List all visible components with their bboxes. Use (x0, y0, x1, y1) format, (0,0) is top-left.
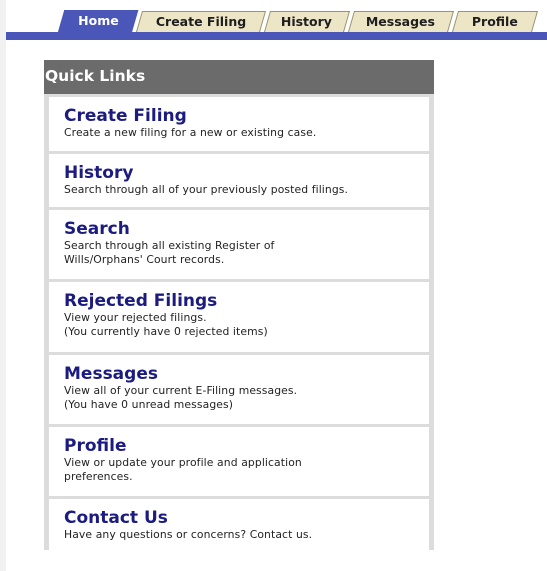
quick-link-title[interactable]: Messages (64, 355, 429, 384)
quick-link-history[interactable]: History Search through all of your previ… (49, 154, 429, 207)
quick-link-profile[interactable]: Profile View or update your profile and … (49, 427, 429, 496)
quick-link-title[interactable]: Profile (64, 427, 429, 456)
quick-link-title[interactable]: Create Filing (64, 97, 429, 126)
quick-link-rejected-filings[interactable]: Rejected Filings View your rejected fili… (49, 282, 429, 352)
tab-profile-label: Profile (471, 14, 518, 29)
tab-history-label: History (281, 14, 333, 29)
quick-link-title[interactable]: Rejected Filings (64, 282, 429, 311)
tab-home[interactable]: Home (58, 10, 139, 32)
quick-link-description: View your rejected filings. (64, 311, 207, 324)
quick-link-description: View or update your profile and applicat… (64, 456, 302, 469)
quick-link-description: Search through all of your previously po… (64, 183, 349, 196)
quick-link-contact-us[interactable]: Contact Us Have any questions or concern… (49, 499, 429, 553)
quick-link-messages[interactable]: Messages View all of your current E-Fili… (49, 355, 429, 424)
quick-link-description: (You currently have 0 rejected items) (64, 324, 268, 338)
quick-links-panel: Create Filing Create a new filing for a … (44, 94, 434, 553)
tab-profile[interactable]: Profile (452, 11, 539, 32)
tab-create-filing-label: Create Filing (155, 14, 247, 29)
quick-links-header: Quick Links (44, 60, 434, 94)
quick-link-description: Search through all existing Register of (64, 239, 275, 252)
tab-create-filing[interactable]: Create Filing (136, 11, 267, 32)
quick-link-description: Create a new filing for a new or existin… (64, 126, 317, 139)
tab-history[interactable]: History (264, 11, 351, 32)
quick-link-title[interactable]: Search (64, 210, 429, 239)
quick-link-search[interactable]: Search Search through all existing Regis… (49, 210, 429, 279)
tab-home-label: Home (77, 13, 119, 28)
quick-link-title[interactable]: Contact Us (64, 499, 429, 528)
page-left-border (0, 0, 6, 571)
tab-bar-rule (6, 32, 547, 40)
tab-messages-label: Messages (366, 14, 436, 29)
quick-link-create-filing[interactable]: Create Filing Create a new filing for a … (49, 97, 429, 151)
quick-link-title[interactable]: History (64, 154, 429, 183)
quick-link-description: preferences. (64, 469, 133, 483)
quick-link-description: View all of your current E-Filing messag… (64, 384, 298, 397)
quick-link-description: (You have 0 unread messages) (64, 397, 234, 411)
quick-link-description: Have any questions or concerns? Contact … (64, 528, 313, 541)
tab-messages[interactable]: Messages (348, 11, 455, 32)
quick-link-description: Wills/Orphans' Court records. (64, 252, 225, 266)
